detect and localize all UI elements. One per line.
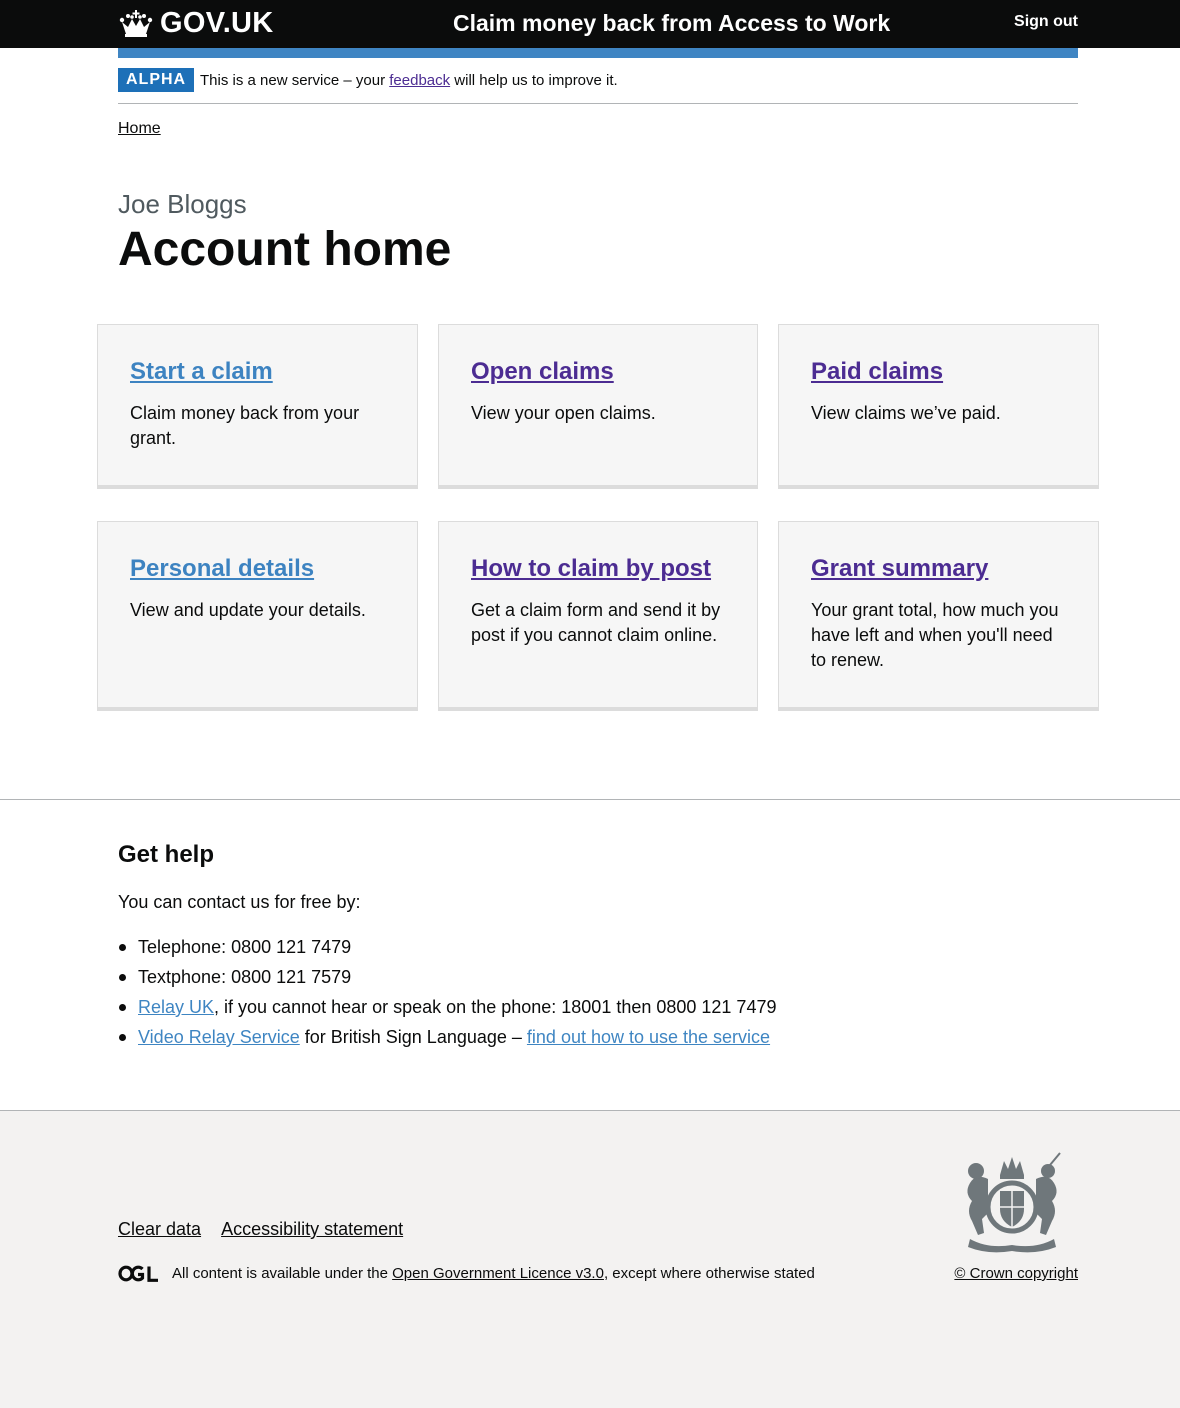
list-item-video-relay: Video Relay Service for British Sign Lan… [118,1025,776,1055]
user-name-caption: Joe Bloggs [118,189,247,219]
list-item-textphone: Textphone: 0800 121 7579 [118,965,776,995]
help-divider [0,799,1180,800]
header-blue-bar [118,48,1078,58]
licence-after: , except where otherwise stated [603,1265,815,1282]
clear-data-link[interactable]: Clear data [118,1217,201,1242]
paid-claims-link[interactable]: Paid claims [811,357,1066,387]
card-description: Claim money back from your grant. [130,403,360,448]
site-footer: Clear data Accessibility statement All c… [0,1110,1180,1408]
list-item-relay: Relay UK, if you cannot hear or speak on… [118,995,776,1025]
card-how-to-claim-by-post: How to claim by post Get a claim form an… [438,521,758,711]
feedback-link[interactable]: feedback [389,72,450,89]
open-claims-link[interactable]: Open claims [471,357,725,387]
breadcrumb-home-link[interactable]: Home [118,118,161,140]
crown-copyright-link[interactable]: © Crown copyright [954,1263,1078,1285]
list-item-telephone: Telephone: 0800 121 7479 [118,935,776,965]
accessibility-statement-link[interactable]: Accessibility statement [221,1217,403,1242]
phase-banner: ALPHA This is a new service – your feedb… [118,58,1078,104]
phase-text-after: will help us to improve it. [450,72,618,89]
personal-details-link[interactable]: Personal details [130,554,385,584]
phase-text-before: This is a new service – your [200,72,390,89]
find-out-how-link[interactable]: find out how to use the service [527,1027,770,1047]
grant-summary-link[interactable]: Grant summary [811,554,1066,584]
card-start-a-claim: Start a claim Claim money back from your… [97,324,418,489]
card-description: View your open claims. [471,403,656,423]
govuk-logo-link[interactable]: GOV.UK [118,7,274,39]
card-paid-claims: Paid claims View claims we’ve paid. [778,324,1099,489]
contact-list: Telephone: 0800 121 7479 Textphone: 0800… [118,935,776,1055]
relay-uk-link[interactable]: Relay UK [138,997,214,1017]
footer-links: Clear data Accessibility statement [118,1217,403,1242]
help-heading: Get help [118,841,215,868]
card-grant-summary: Grant summary Your grant total, how much… [778,521,1099,711]
sign-out-link[interactable]: Sign out [1014,11,1078,33]
relay-text: , if you cannot hear or speak on the pho… [214,997,777,1017]
card-open-claims: Open claims View your open claims. [438,324,758,489]
page-title: Account home [118,223,452,276]
card-description: View and update your details. [130,600,366,620]
card-personal-details: Personal details View and update your de… [97,521,418,711]
card-description: View claims we’ve paid. [811,403,1001,423]
crown-icon [119,10,153,37]
licence-text: All content is available under the Open … [172,1263,815,1285]
help-intro: You can contact us for free by: [118,892,361,912]
licence-before: All content is available under the [172,1265,393,1282]
video-relay-service-link[interactable]: Video Relay Service [138,1027,300,1047]
card-description: Get a claim form and send it by post if … [471,600,721,645]
royal-coat-of-arms-icon [967,1152,1061,1253]
video-relay-text: for British Sign Language – [299,1027,527,1047]
logo-text: GOV.UK [160,7,274,39]
site-header: GOV.UK Claim money back from Access to W… [0,0,1180,48]
open-government-licence-link[interactable]: Open Government Licence v3.0 [392,1265,604,1282]
card-description: Your grant total, how much you have left… [811,600,1059,670]
phase-banner-text: This is a new service – your feedback wi… [200,70,618,92]
service-name-link[interactable]: Claim money back from Access to Work [453,8,890,38]
phase-tag: ALPHA [118,68,195,92]
how-to-claim-by-post-link[interactable]: How to claim by post [471,554,725,584]
ogl-logo-icon [118,1265,158,1282]
start-a-claim-link[interactable]: Start a claim [130,357,385,387]
